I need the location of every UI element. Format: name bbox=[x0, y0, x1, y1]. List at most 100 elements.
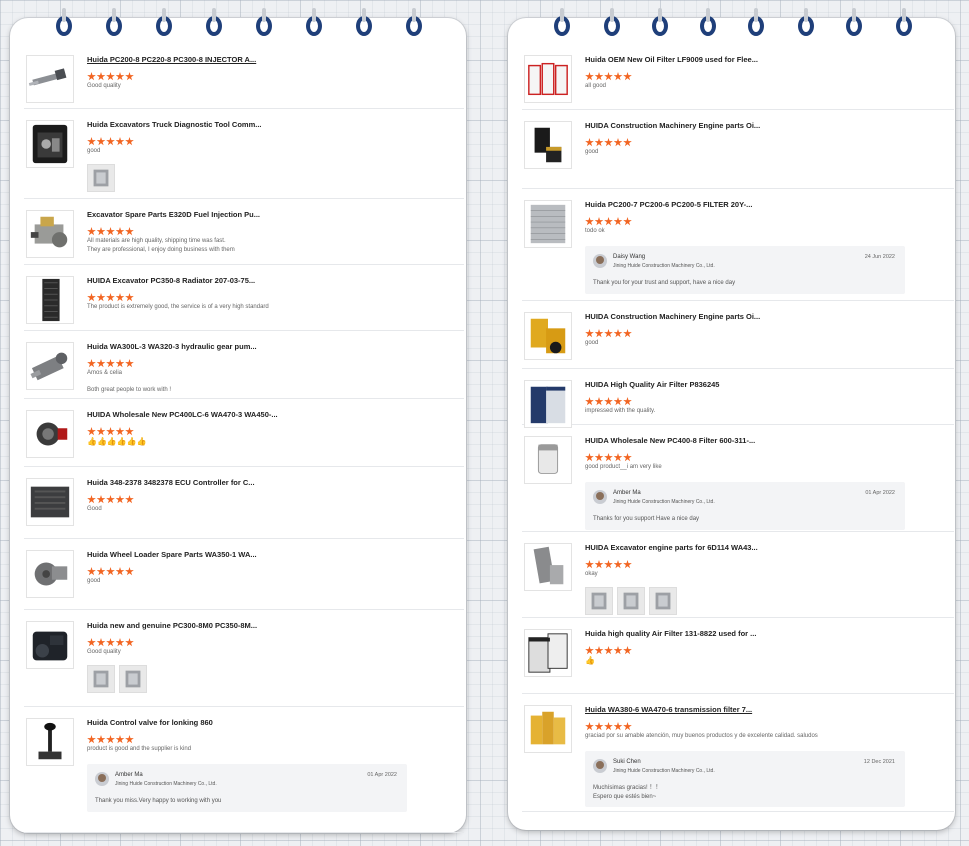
product-thumbnail[interactable] bbox=[26, 342, 74, 390]
reply-author: Suki Chen bbox=[613, 759, 641, 765]
rating-stars bbox=[87, 68, 135, 81]
reply-company: Jining Huide Construction Machinery Co.,… bbox=[613, 263, 715, 269]
star-icon bbox=[604, 217, 613, 226]
reply-message: Thank you for your trust and support, ha… bbox=[593, 280, 736, 286]
star-icon bbox=[115, 137, 125, 146]
product-title-link[interactable]: Huida OEM New Oil Filter LF9009 used for… bbox=[585, 55, 758, 64]
product-title-link[interactable]: HUIDA Excavator engine parts for 6D114 W… bbox=[585, 543, 758, 552]
rating-stars bbox=[585, 556, 633, 569]
binder-ring bbox=[56, 8, 72, 36]
star-icon bbox=[87, 293, 96, 302]
product-title-link[interactable]: Excavator Spare Parts E320D Fuel Injecti… bbox=[87, 210, 260, 219]
product-title-link[interactable]: Huida WA380-6 WA470-6 transmission filte… bbox=[585, 705, 752, 714]
product-thumbnail[interactable] bbox=[524, 380, 572, 428]
star-icon bbox=[594, 646, 604, 655]
star-icon bbox=[87, 359, 96, 368]
star-icon bbox=[87, 427, 96, 436]
star-icon bbox=[106, 638, 115, 647]
star-icon bbox=[594, 138, 604, 147]
product-thumbnail[interactable] bbox=[26, 210, 74, 258]
product-title-link[interactable]: Huida Wheel Loader Spare Parts WA350-1 W… bbox=[87, 550, 257, 559]
product-title-link[interactable]: HUIDA Wholesale New PC400LC-6 WA470-3 WA… bbox=[87, 410, 278, 419]
star-icon bbox=[106, 495, 115, 504]
star-icon bbox=[623, 722, 632, 731]
review-item: HUIDA Wholesale New PC400-8 Filter 600-3… bbox=[522, 425, 954, 532]
product-title-link[interactable]: HUIDA Construction Machinery Engine part… bbox=[585, 312, 760, 321]
review-photo[interactable] bbox=[617, 587, 645, 615]
product-thumbnail[interactable] bbox=[26, 718, 74, 766]
review-photo[interactable] bbox=[87, 164, 115, 192]
product-title-link[interactable]: Huida new and genuine PC300-8M0 PC350-8M… bbox=[87, 621, 257, 630]
star-icon bbox=[594, 72, 604, 81]
star-icon bbox=[125, 293, 134, 302]
review-photo[interactable] bbox=[585, 587, 613, 615]
star-icon bbox=[106, 293, 115, 302]
star-icon bbox=[585, 72, 594, 81]
product-title-link[interactable]: Huida PC200-7 PC200-6 PC200-5 FILTER 20Y… bbox=[585, 200, 752, 209]
rating-stars bbox=[87, 423, 135, 436]
product-title-link[interactable]: HUIDA Wholesale New PC400-8 Filter 600-3… bbox=[585, 436, 755, 445]
star-icon bbox=[115, 359, 125, 368]
product-thumbnail[interactable] bbox=[26, 621, 74, 669]
star-icon bbox=[125, 359, 134, 368]
rating-stars bbox=[585, 213, 633, 226]
star-icon bbox=[613, 329, 623, 338]
product-thumbnail[interactable] bbox=[26, 120, 74, 168]
seller-reply: Daisy Wang Jining Huide Construction Mach… bbox=[585, 246, 905, 294]
review-photo[interactable] bbox=[649, 587, 677, 615]
review-item: Huida PC200-7 PC200-6 PC200-5 FILTER 20Y… bbox=[522, 189, 954, 301]
star-icon bbox=[96, 293, 106, 302]
star-icon bbox=[87, 137, 96, 146]
star-icon bbox=[125, 72, 134, 81]
star-icon bbox=[613, 217, 623, 226]
rating-stars bbox=[585, 718, 633, 731]
review-photo[interactable] bbox=[87, 665, 115, 693]
binder-ring bbox=[604, 8, 620, 36]
star-icon bbox=[115, 227, 125, 236]
star-icon bbox=[106, 227, 115, 236]
product-title-link[interactable]: HUIDA Construction Machinery Engine part… bbox=[585, 121, 760, 130]
product-thumbnail[interactable] bbox=[26, 276, 74, 324]
product-title-link[interactable]: Huida PC200-8 PC220-8 PC300-8 INJECTOR A… bbox=[87, 55, 256, 64]
product-thumbnail[interactable] bbox=[524, 705, 572, 753]
star-icon bbox=[623, 560, 632, 569]
star-icon bbox=[115, 293, 125, 302]
review-text: good bbox=[585, 149, 599, 155]
star-icon bbox=[96, 638, 106, 647]
star-icon bbox=[115, 638, 125, 647]
star-icon bbox=[87, 227, 96, 236]
product-thumbnail[interactable] bbox=[524, 312, 572, 360]
product-title-link[interactable]: Huida high quality Air Filter 131-8822 u… bbox=[585, 629, 756, 638]
review-text: Good bbox=[87, 506, 102, 512]
binder-ring bbox=[306, 8, 322, 36]
product-title-link[interactable]: Huida 348-2378 3482378 ECU Controller fo… bbox=[87, 478, 255, 487]
product-thumbnail[interactable] bbox=[524, 436, 572, 484]
product-thumbnail[interactable] bbox=[26, 478, 74, 526]
review-item: Huida WA380-6 WA470-6 transmission filte… bbox=[522, 694, 954, 812]
seller-reply: Suki Chen Jining Huide Construction Machi… bbox=[585, 751, 905, 807]
star-icon bbox=[613, 560, 623, 569]
binder-ring bbox=[846, 8, 862, 36]
binder-ring bbox=[356, 8, 372, 36]
review-item: HUIDA Construction Machinery Engine part… bbox=[522, 110, 954, 189]
rating-stars bbox=[585, 642, 633, 655]
product-title-link[interactable]: Huida WA300L-3 WA320-3 hydraulic gear pu… bbox=[87, 342, 257, 351]
product-title-link[interactable]: HUIDA Excavator PC350-8 Radiator 207-03-… bbox=[87, 276, 255, 285]
product-thumbnail[interactable] bbox=[26, 410, 74, 458]
product-thumbnail[interactable] bbox=[524, 629, 572, 677]
product-thumbnail[interactable] bbox=[524, 200, 572, 248]
product-title-link[interactable]: HUIDA High Quality Air Filter P836245 bbox=[585, 380, 719, 389]
review-photo[interactable] bbox=[119, 665, 147, 693]
star-icon bbox=[87, 72, 96, 81]
product-thumbnail[interactable] bbox=[524, 55, 572, 103]
binder-rings bbox=[10, 8, 466, 38]
star-icon bbox=[115, 427, 125, 436]
product-title-link[interactable]: Huida Excavators Truck Diagnostic Tool C… bbox=[87, 120, 262, 129]
product-thumbnail[interactable] bbox=[524, 121, 572, 169]
review-item: HUIDA Excavator PC350-8 Radiator 207-03-… bbox=[24, 265, 464, 331]
product-thumbnail[interactable] bbox=[26, 550, 74, 598]
product-title-link[interactable]: Huida Control valve for lonking 860 bbox=[87, 718, 213, 727]
star-icon bbox=[115, 72, 125, 81]
product-thumbnail[interactable] bbox=[26, 55, 74, 103]
product-thumbnail[interactable] bbox=[524, 543, 572, 591]
